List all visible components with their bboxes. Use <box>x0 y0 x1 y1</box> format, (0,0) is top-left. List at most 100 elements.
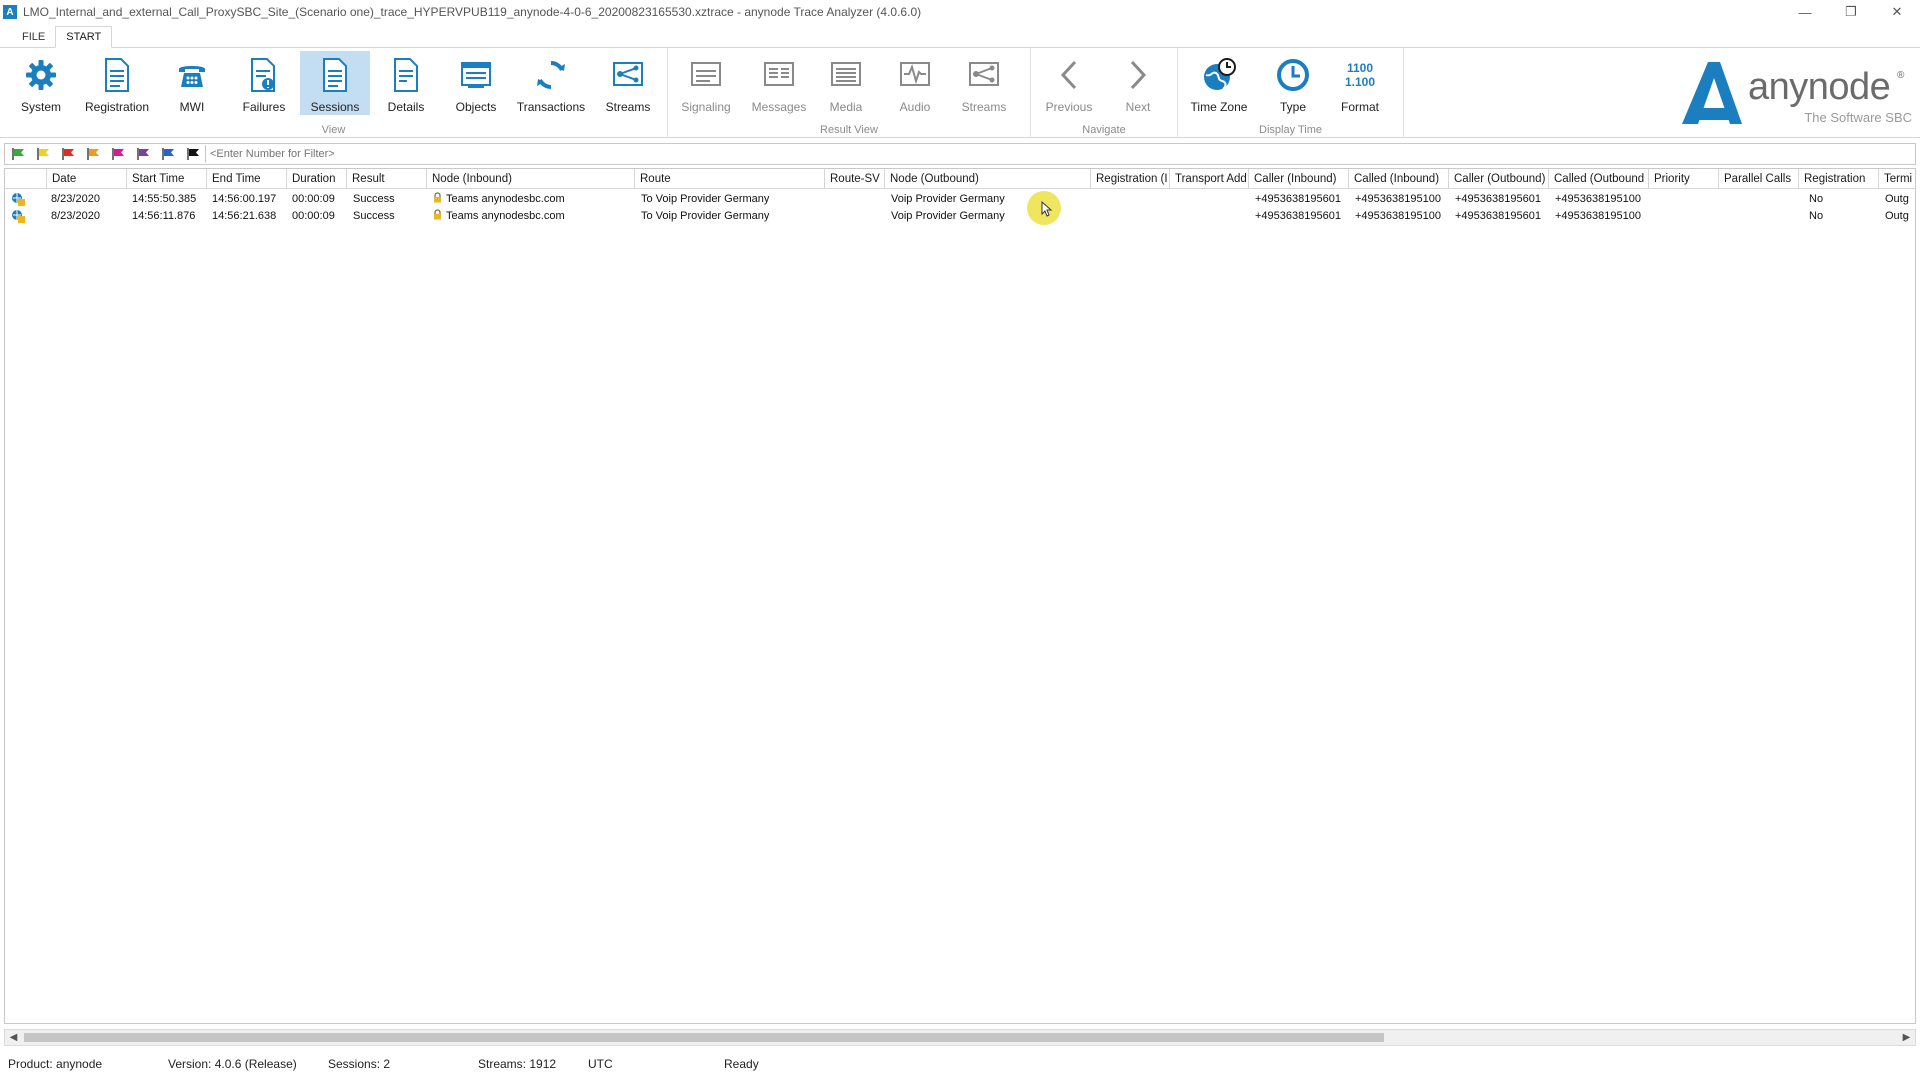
column-header-duration[interactable]: Duration <box>287 169 347 189</box>
table-row[interactable]: 8/23/2020 14:55:50.385 14:56:00.197 00:0… <box>5 191 1915 208</box>
display-time-group: Time Zone Type 1100 1.100 Format Display… <box>1178 48 1404 138</box>
format-line-1: 1100 <box>1346 61 1374 75</box>
clock-icon <box>1273 55 1313 95</box>
scrollbar-thumb[interactable] <box>24 1033 1384 1042</box>
lock-icon <box>434 192 441 203</box>
flag-purple-icon[interactable] <box>130 144 155 164</box>
window-title: LMO_Internal_and_external_Call_ProxySBC_… <box>23 5 922 19</box>
column-header-called-outbound[interactable]: Called (Outbound <box>1549 169 1649 189</box>
details-button[interactable]: Details <box>378 51 434 115</box>
filter-bar <box>4 143 1916 165</box>
cell-called-outbound: +4953638195100 <box>1555 193 1641 205</box>
flag-orange-icon[interactable] <box>80 144 105 164</box>
type-button[interactable]: Type <box>1268 51 1318 115</box>
status-timezone: UTC <box>588 1057 613 1071</box>
globe-clock-icon <box>1199 55 1239 95</box>
media-label: Media <box>829 100 863 114</box>
column-header-caller-outbound[interactable]: Caller (Outbound) <box>1449 169 1549 189</box>
close-button[interactable]: ✕ <box>1874 0 1920 24</box>
objects-label: Objects <box>455 100 497 114</box>
audio-button[interactable]: Audio <box>890 51 940 115</box>
ribbon: System Registration MWI Failures Session… <box>0 48 1920 138</box>
streams-view-label: Streams <box>605 100 651 114</box>
column-header-result[interactable]: Result <box>347 169 427 189</box>
streams-result-icon <box>964 55 1004 95</box>
cell-date: 8/23/2020 <box>51 193 100 205</box>
number-filter-input[interactable] <box>205 145 1905 163</box>
horizontal-scrollbar[interactable]: ◀ ▶ <box>4 1029 1916 1046</box>
column-header-transport-address[interactable]: Transport Add <box>1170 169 1249 189</box>
sessions-button[interactable]: Sessions <box>300 51 370 115</box>
objects-button[interactable]: Objects <box>448 51 504 115</box>
scroll-left-icon[interactable]: ◀ <box>5 1030 22 1045</box>
table-row[interactable]: 8/23/2020 14:56:11.876 14:56:21.638 00:0… <box>5 208 1915 225</box>
mwi-label: MWI <box>179 100 205 114</box>
flag-magenta-icon[interactable] <box>105 144 130 164</box>
column-header-start-time[interactable]: Start Time <box>127 169 207 189</box>
column-header-route[interactable]: Route <box>635 169 825 189</box>
cell-node-inbound: Teams anynodesbc.com <box>432 191 565 208</box>
column-header-parallel-calls[interactable]: Parallel Calls <box>1719 169 1799 189</box>
flag-black-icon[interactable] <box>180 144 205 164</box>
column-header-called-inbound[interactable]: Called (Inbound) <box>1349 169 1449 189</box>
number-format-icon: 1100 1.100 <box>1340 55 1380 95</box>
signaling-button[interactable]: Signaling <box>678 51 734 115</box>
document-icon <box>97 55 137 95</box>
media-button[interactable]: Media <box>820 51 872 115</box>
status-version: Version: 4.0.6 (Release) <box>168 1057 297 1071</box>
flag-yellow-icon[interactable] <box>30 144 55 164</box>
column-header-date[interactable]: Date <box>47 169 127 189</box>
flag-blue-icon[interactable] <box>155 144 180 164</box>
previous-label: Previous <box>1045 100 1093 114</box>
streams-view-button[interactable]: Streams <box>600 51 656 115</box>
transactions-button[interactable]: Transactions <box>512 51 590 115</box>
column-header-node-inbound[interactable]: Node (Inbound) <box>427 169 635 189</box>
cell-caller-inbound: +4953638195601 <box>1255 210 1341 222</box>
cell-duration: 00:00:09 <box>292 193 335 205</box>
minimize-button[interactable]: — <box>1782 0 1828 24</box>
scroll-right-icon[interactable]: ▶ <box>1898 1030 1915 1045</box>
column-header-registration[interactable]: Registration <box>1799 169 1879 189</box>
system-label: System <box>20 100 61 114</box>
table-header: Date Start Time End Time Duration Result… <box>5 169 1915 189</box>
display-time-group-label: Display Time <box>1259 124 1322 136</box>
status-product: Product: anynode <box>8 1057 103 1071</box>
streams-result-button[interactable]: Streams <box>956 51 1012 115</box>
column-header-icon[interactable] <box>5 169 47 189</box>
registration-button[interactable]: Registration <box>80 51 154 115</box>
brand-name: anynode <box>1748 66 1891 108</box>
cell-called-inbound: +4953638195100 <box>1355 210 1441 222</box>
column-header-registration-inbound[interactable]: Registration (I <box>1091 169 1170 189</box>
column-header-termination[interactable]: Termi <box>1879 169 1915 189</box>
failures-button[interactable]: Failures <box>236 51 292 115</box>
next-button[interactable]: Next <box>1115 51 1161 115</box>
restore-button[interactable]: ❐ <box>1828 0 1874 24</box>
tab-start[interactable]: START <box>55 26 113 48</box>
column-header-route-sv[interactable]: Route-SV <box>825 169 885 189</box>
mwi-button[interactable]: MWI <box>166 51 218 115</box>
flag-red-icon[interactable] <box>55 144 80 164</box>
streams-result-label: Streams <box>961 100 1007 114</box>
system-button[interactable]: System <box>14 51 68 115</box>
format-button[interactable]: 1100 1.100 Format <box>1330 51 1390 115</box>
column-header-node-outbound[interactable]: Node (Outbound) <box>885 169 1091 189</box>
node-inbound-text: Teams anynodesbc.com <box>446 210 565 222</box>
previous-button[interactable]: Previous <box>1041 51 1097 115</box>
column-header-caller-inbound[interactable]: Caller (Inbound) <box>1249 169 1349 189</box>
column-header-priority[interactable]: Priority <box>1649 169 1719 189</box>
streams-icon <box>608 55 648 95</box>
messages-button[interactable]: Messages <box>748 51 810 115</box>
anynode-logo-icon <box>1682 62 1742 124</box>
flag-green-icon[interactable] <box>5 144 30 164</box>
column-header-end-time[interactable]: End Time <box>207 169 287 189</box>
sessions-table: Date Start Time End Time Duration Result… <box>4 168 1916 1024</box>
cell-caller-inbound: +4953638195601 <box>1255 193 1341 205</box>
gear-icon <box>21 55 61 95</box>
next-label: Next <box>1125 100 1151 114</box>
tab-file[interactable]: FILE <box>12 27 55 47</box>
status-state: Ready <box>724 1057 759 1071</box>
chevron-left-icon <box>1049 55 1089 95</box>
time-zone-button[interactable]: Time Zone <box>1186 51 1252 115</box>
session-icon <box>11 209 25 223</box>
status-streams: Streams: 1912 <box>478 1057 557 1071</box>
